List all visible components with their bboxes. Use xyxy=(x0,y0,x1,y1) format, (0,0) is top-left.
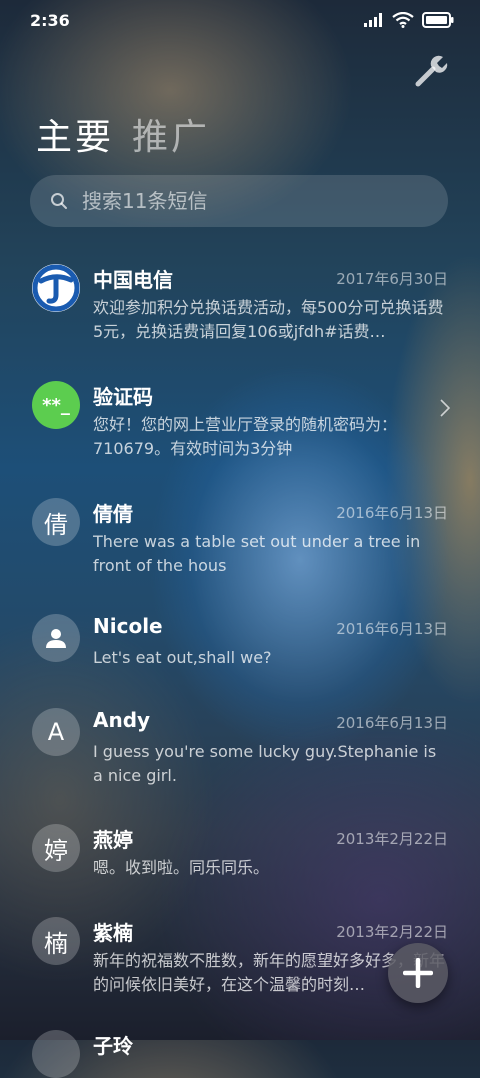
status-time: 2:36 xyxy=(30,11,70,30)
contact-name: 中国电信 xyxy=(93,268,173,292)
plus-icon xyxy=(403,958,433,988)
search-bar[interactable] xyxy=(30,175,448,227)
tab-promotions[interactable]: 推广 xyxy=(132,108,210,160)
contact-name: 倩倩 xyxy=(93,502,133,526)
search-input[interactable] xyxy=(80,188,404,214)
message-date: 2016年6月13日 xyxy=(336,620,448,638)
message-date: 2013年2月22日 xyxy=(336,830,448,848)
contact-name: Andy xyxy=(93,708,151,732)
person-icon xyxy=(32,614,80,662)
message-date: 2016年6月13日 xyxy=(336,714,448,732)
contact-name: 燕婷 xyxy=(93,828,133,852)
signal-icon xyxy=(364,13,382,27)
message-date: 2016年6月13日 xyxy=(336,504,448,522)
contact-name: Nicole xyxy=(93,614,163,638)
contact-name: 紫楠 xyxy=(93,921,133,945)
status-bar: 2:36 xyxy=(0,0,480,42)
message-preview: There was a table set out under a tree i… xyxy=(93,532,421,575)
tab-primary[interactable]: 主要 xyxy=(36,108,114,160)
contact-avatar: 倩 xyxy=(32,498,80,546)
contact-avatar: A xyxy=(32,708,80,756)
wifi-icon xyxy=(392,12,414,28)
message-preview: I guess you're some lucky guy.Stephanie … xyxy=(93,742,437,785)
message-preview: 嗯。收到啦。同乐同乐。 xyxy=(93,858,270,877)
message-preview: 欢迎参加积分兑换话费活动，每500分可兑换话费5元，兑换话费请回复106或jfd… xyxy=(93,298,444,341)
message-date: 2013年2月22日 xyxy=(336,923,448,941)
contact-avatar xyxy=(32,1030,80,1078)
message-preview: Let's eat out,shall we? xyxy=(93,648,272,667)
search-icon xyxy=(51,193,67,209)
contact-avatar: 婷 xyxy=(32,824,80,872)
battery-icon xyxy=(422,12,454,28)
chevron-right-icon xyxy=(440,399,450,417)
verification-code-avatar: **_ xyxy=(32,381,80,429)
message-date: 2017年6月30日 xyxy=(336,270,448,288)
contact-avatar: 楠 xyxy=(32,917,80,965)
status-icons xyxy=(364,12,454,28)
tab-bar: 主要 推广 xyxy=(36,108,210,160)
new-message-button[interactable] xyxy=(388,943,448,1003)
contact-name: 验证码 xyxy=(93,385,153,409)
settings-wrench-icon[interactable] xyxy=(412,52,450,90)
china-telecom-logo-icon xyxy=(32,264,80,312)
contact-name: 子玲 xyxy=(93,1034,133,1058)
message-preview: 您好！您的网上营业厅登录的随机密码为：710679。有效时间为3分钟 xyxy=(93,415,398,458)
